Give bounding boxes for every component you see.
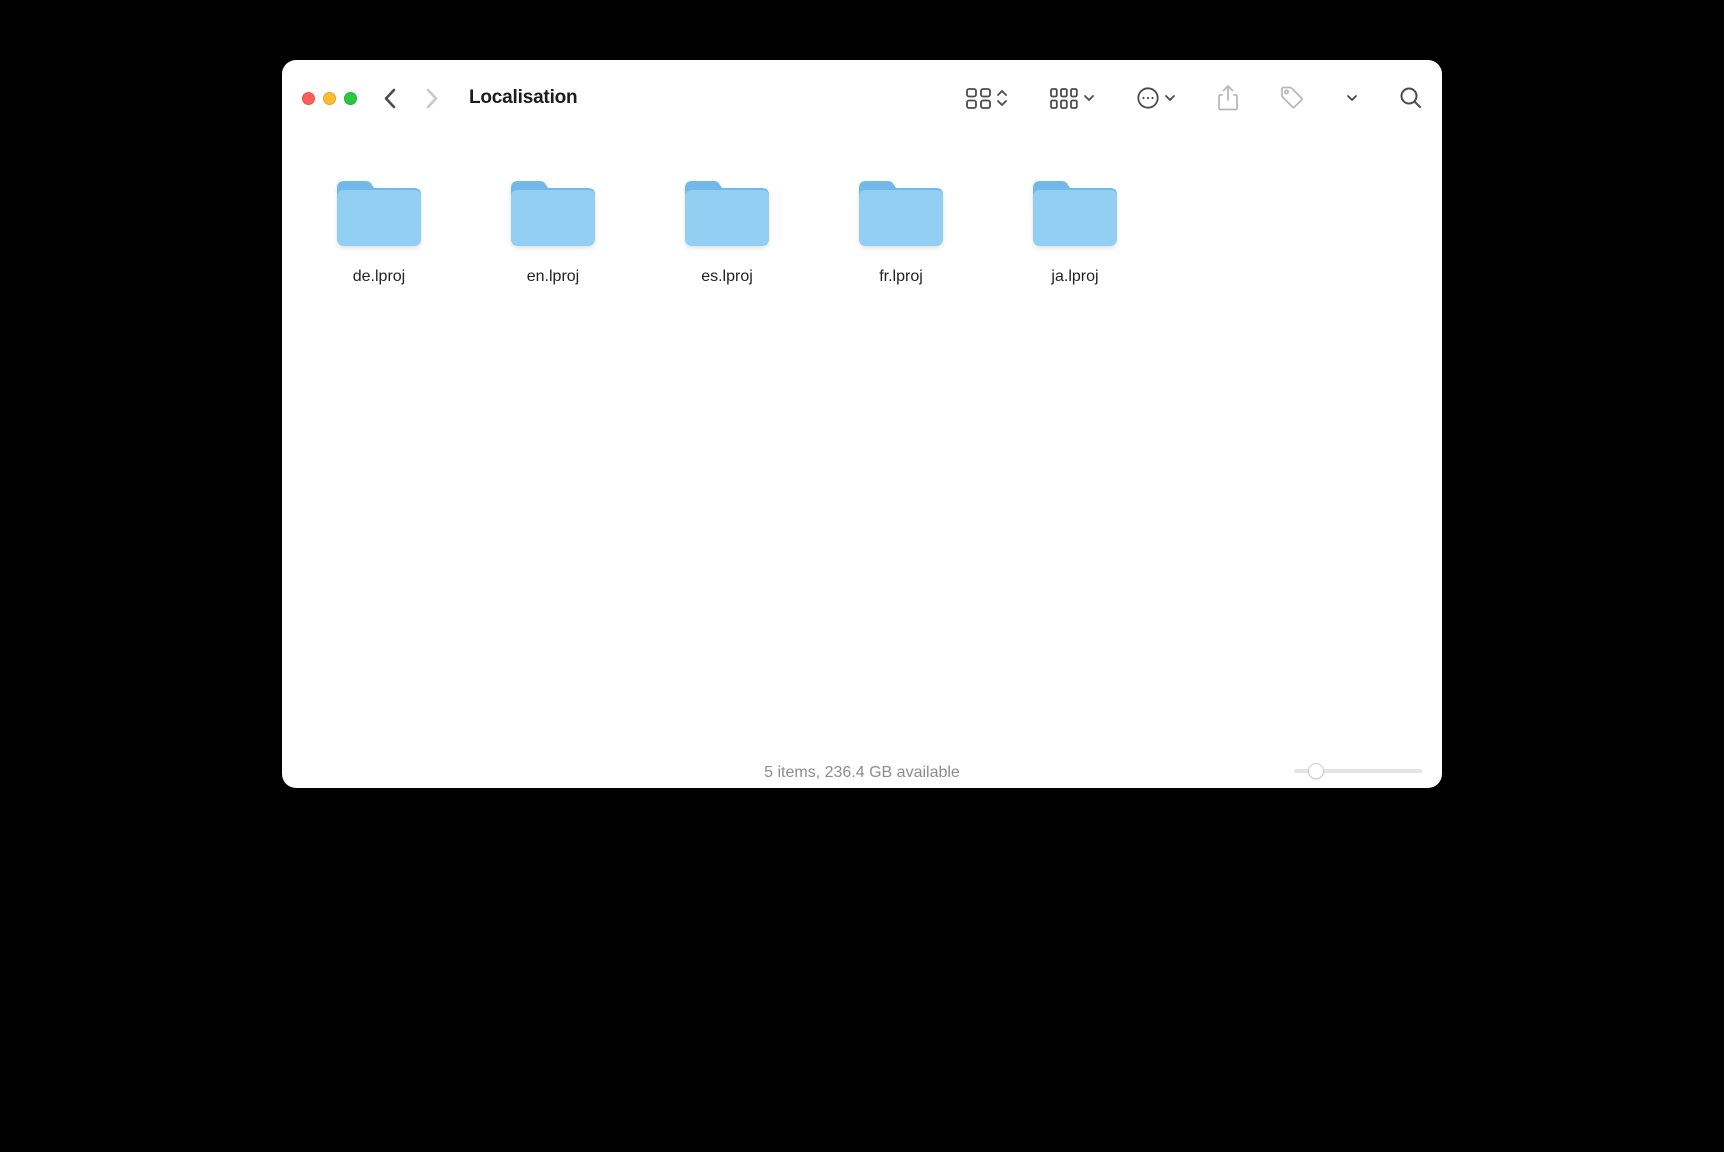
folder-item[interactable]: ja.lproj — [988, 166, 1162, 304]
folder-item[interactable]: de.lproj — [292, 166, 466, 304]
icon-grid: de.lproj en.lproj es.lpr — [292, 166, 1432, 304]
maximize-button[interactable] — [344, 92, 357, 105]
group-icon — [1050, 88, 1078, 109]
tag-button[interactable] — [1280, 86, 1304, 110]
icon-size-slider[interactable] — [1294, 761, 1422, 781]
action-button[interactable] — [1137, 87, 1176, 109]
content-area[interactable]: de.lproj en.lproj es.lpr — [282, 136, 1442, 758]
share-button[interactable] — [1218, 85, 1238, 111]
toolbar-actions — [966, 85, 1422, 111]
minimize-button[interactable] — [323, 92, 336, 105]
chevron-down-icon — [1083, 94, 1095, 102]
group-button[interactable] — [1050, 88, 1095, 109]
finder-window: Localisation — [282, 60, 1442, 788]
ellipsis-circle-icon — [1137, 87, 1159, 109]
view-mode-button[interactable] — [966, 88, 1008, 109]
folder-label: de.lproj — [353, 268, 405, 286]
window-controls — [302, 92, 357, 105]
close-button[interactable] — [302, 92, 315, 105]
search-icon — [1400, 87, 1422, 109]
folder-label: en.lproj — [527, 268, 579, 286]
overflow-button[interactable] — [1346, 94, 1358, 102]
grid-icon — [966, 88, 991, 109]
up-down-chevron-icon — [996, 89, 1008, 107]
folder-label: fr.lproj — [879, 268, 923, 286]
folder-icon — [508, 176, 598, 252]
folder-icon — [682, 176, 772, 252]
status-text: 5 items, 236.4 GB available — [764, 764, 960, 782]
folder-item[interactable]: es.lproj — [640, 166, 814, 304]
slider-thumb[interactable] — [1308, 763, 1324, 779]
share-icon — [1218, 85, 1238, 111]
back-button[interactable] — [383, 88, 396, 109]
folder-icon — [334, 176, 424, 252]
window-title: Localisation — [469, 87, 577, 109]
chevron-down-icon — [1164, 94, 1176, 102]
toolbar: Localisation — [282, 60, 1442, 136]
folder-label: es.lproj — [701, 268, 753, 286]
folder-icon — [856, 176, 946, 252]
forward-button[interactable] — [426, 88, 439, 109]
status-bar: 5 items, 236.4 GB available — [282, 758, 1442, 788]
navigation — [383, 88, 439, 109]
chevron-down-icon — [1346, 94, 1358, 102]
slider-track — [1294, 769, 1422, 773]
folder-item[interactable]: en.lproj — [466, 166, 640, 304]
search-button[interactable] — [1400, 87, 1422, 109]
folder-icon — [1030, 176, 1120, 252]
folder-label: ja.lproj — [1051, 268, 1098, 286]
tag-icon — [1280, 86, 1304, 110]
folder-item[interactable]: fr.lproj — [814, 166, 988, 304]
